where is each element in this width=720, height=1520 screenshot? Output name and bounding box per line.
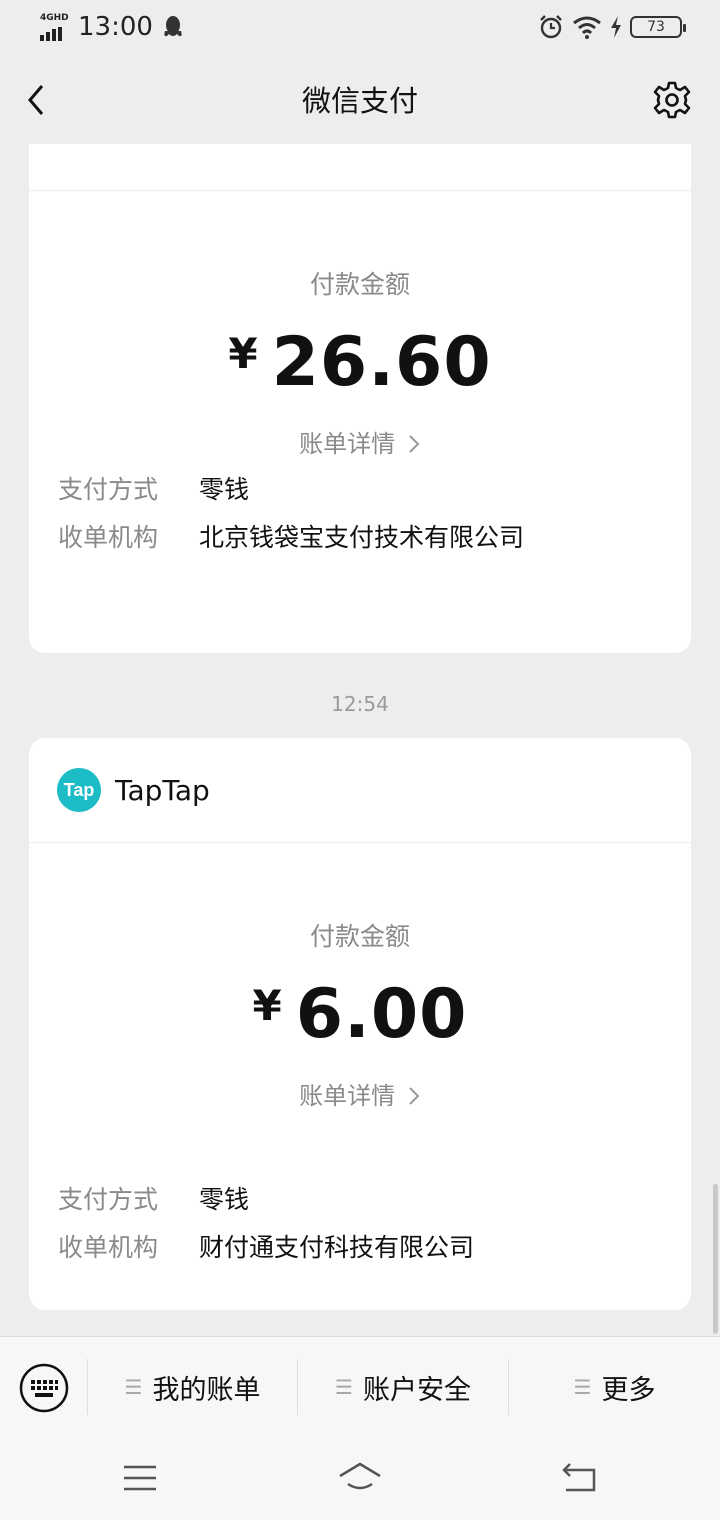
- payment-amount: ¥6.00: [29, 975, 691, 1054]
- charging-icon: [611, 16, 621, 38]
- menu-icon[interactable]: [118, 1456, 162, 1500]
- status-time: 13:00: [78, 12, 153, 42]
- chevron-right-icon: [409, 1087, 420, 1105]
- amount-value: 6.00: [295, 975, 468, 1054]
- menu-more[interactable]: ☰ 更多: [509, 1337, 720, 1437]
- menu-item-label: 我的账单: [152, 1374, 261, 1406]
- cellular-signal-icon: 4GHD: [38, 13, 72, 41]
- battery-indicator: 73: [630, 16, 686, 38]
- menu-my-bills[interactable]: ☰ 我的账单: [88, 1337, 297, 1437]
- amount-label: 付款金额: [309, 270, 410, 299]
- scrollbar[interactable]: [713, 1184, 718, 1334]
- menu-account-security[interactable]: ☰ 账户安全: [298, 1337, 508, 1437]
- time-separator: 12:54: [331, 692, 389, 716]
- gear-icon[interactable]: [652, 80, 692, 120]
- payment-method-label: 支付方式: [58, 475, 159, 504]
- amount-label: 付款金额: [309, 922, 410, 951]
- return-icon[interactable]: [558, 1456, 602, 1500]
- system-nav-bar: [0, 1436, 720, 1520]
- acquirer-label: 收单机构: [58, 1233, 159, 1262]
- acquirer-row: 收单机构 北京钱袋宝支付技术有限公司: [29, 518, 691, 566]
- menu-lines-icon: ☰: [335, 1375, 353, 1399]
- menu-lines-icon: ☰: [573, 1375, 592, 1399]
- network-type: 4GHD: [40, 13, 69, 23]
- payment-method-value: 零钱: [199, 475, 250, 504]
- payment-card: Tap TapTap 付款金额 ¥6.00 账单详情 支付方式 零钱 收单机构 …: [29, 738, 691, 1310]
- payment-method-label: 支付方式: [58, 1185, 159, 1214]
- acquirer-row: 收单机构 财付通支付科技有限公司: [29, 1228, 691, 1276]
- bill-detail-label: 账单详情: [299, 1082, 396, 1110]
- currency-symbol: ¥: [228, 329, 258, 378]
- acquirer-value: 北京钱袋宝支付技术有限公司: [199, 523, 525, 552]
- title-bar: 微信支付: [0, 56, 720, 144]
- card-header[interactable]: Tap TapTap: [29, 738, 691, 843]
- keyboard-icon[interactable]: [19, 1363, 69, 1413]
- wifi-icon: [573, 16, 601, 39]
- payment-method-value: 零钱: [199, 1185, 250, 1214]
- amount-value: 26.60: [271, 323, 492, 402]
- battery-level: 73: [647, 19, 665, 35]
- status-bar: 4GHD 13:00 73: [0, 0, 720, 56]
- bill-detail-label: 账单详情: [299, 430, 396, 458]
- service-menu-bar: ☰ 我的账单 ☰ 账户安全 ☰ 更多: [0, 1336, 720, 1437]
- payment-method-row: 支付方式 零钱: [29, 1180, 691, 1228]
- merchant-name: TapTap: [115, 774, 210, 807]
- qq-notification-icon: [164, 16, 182, 37]
- payment-card: 付款金额 ¥26.60 账单详情 支付方式 零钱 收单机构 北京钱袋宝支付技术有…: [29, 144, 691, 653]
- chevron-right-icon: [409, 435, 420, 453]
- alarm-icon: [540, 15, 562, 39]
- payment-method-row: 支付方式 零钱: [29, 470, 691, 518]
- payment-amount: ¥26.60: [29, 323, 691, 402]
- bill-detail-link[interactable]: 账单详情: [29, 424, 691, 459]
- menu-lines-icon: ☰: [124, 1375, 143, 1399]
- menu-item-label: 账户安全: [362, 1374, 471, 1406]
- currency-symbol: ¥: [252, 981, 282, 1030]
- bill-detail-link[interactable]: 账单详情: [29, 1076, 691, 1111]
- taptap-logo: Tap: [57, 768, 101, 812]
- page-title: 微信支付: [301, 84, 418, 118]
- acquirer-label: 收单机构: [58, 523, 159, 552]
- payment-message-list[interactable]: 付款金额 ¥26.60 账单详情 支付方式 零钱 收单机构 北京钱袋宝支付技术有…: [0, 144, 720, 1336]
- menu-item-label: 更多: [601, 1374, 656, 1406]
- acquirer-value: 财付通支付科技有限公司: [199, 1233, 475, 1262]
- home-icon[interactable]: [336, 1456, 384, 1500]
- card-header: [29, 144, 691, 191]
